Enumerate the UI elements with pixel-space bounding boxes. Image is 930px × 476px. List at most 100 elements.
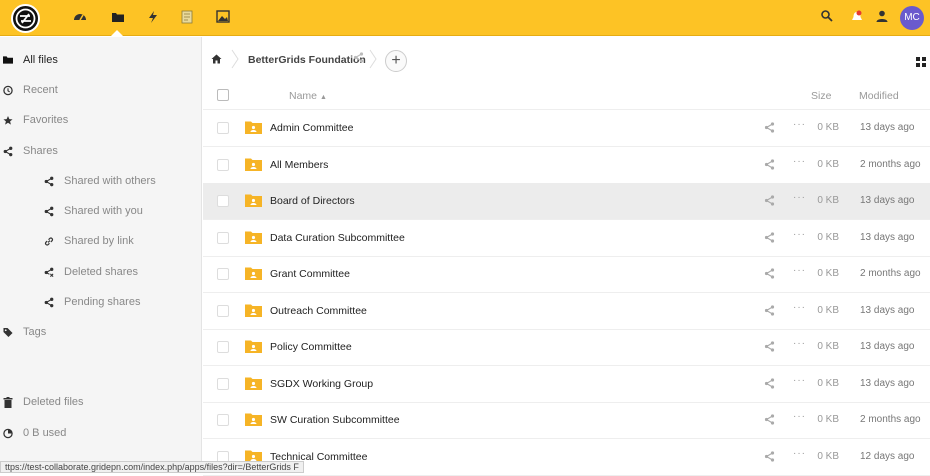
sidebar-item-favorites[interactable]: Favorites <box>0 105 202 135</box>
row-checkbox[interactable] <box>217 158 229 171</box>
share-icon[interactable] <box>764 195 775 209</box>
file-modified: 13 days ago <box>860 122 915 133</box>
table-row[interactable]: SGDX Working Group ··· 0 KB 13 days ago <box>203 366 930 403</box>
file-modified: 13 days ago <box>860 231 915 243</box>
sidebar-item-pending-shares[interactable]: Pending shares <box>0 287 202 317</box>
file-name[interactable]: Policy Committee <box>270 341 352 353</box>
shared-folder-icon <box>245 339 262 353</box>
avatar[interactable]: MC <box>900 6 924 30</box>
row-checkbox[interactable] <box>217 195 229 207</box>
new-file-button[interactable]: + <box>385 50 407 72</box>
shared-folder-icon <box>245 303 262 317</box>
search-icon[interactable] <box>820 9 834 26</box>
file-size: 0 KB <box>817 231 839 243</box>
app-navigation: All files Recent Favorites Shares Shared… <box>0 37 202 473</box>
file-modified: 2 months ago <box>860 268 921 279</box>
sidebar-item-all-files[interactable]: All files <box>0 45 202 75</box>
table-row[interactable]: SW Curation Subcommittee ··· 0 KB 2 months … <box>203 402 930 439</box>
row-checkbox[interactable] <box>217 268 229 280</box>
dashboard-icon[interactable] <box>73 10 89 26</box>
sidebar-item-shared-with-others[interactable]: Shared with others <box>0 166 202 196</box>
share-icon[interactable] <box>764 414 775 428</box>
file-name[interactable]: SGDX Working Group <box>270 378 373 390</box>
shared-folder-icon <box>245 230 262 244</box>
select-all-checkbox[interactable] <box>217 89 229 101</box>
shared-folder-icon <box>245 412 262 426</box>
sidebar-item-recent[interactable]: Recent <box>0 75 202 105</box>
share-icon[interactable] <box>353 52 364 66</box>
share-icon[interactable] <box>764 450 775 465</box>
notes-icon[interactable] <box>181 10 197 26</box>
file-name[interactable]: Grant Committee <box>270 268 350 280</box>
file-name[interactable]: SW Curation Subcommittee <box>270 414 400 426</box>
table-header: Name ▲ Size Modified <box>203 80 930 110</box>
row-checkbox[interactable] <box>217 414 229 426</box>
share-icon[interactable] <box>764 268 775 282</box>
file-name[interactable]: All Members <box>270 159 328 171</box>
breadcrumb: BetterGrids Foundation + <box>203 37 930 82</box>
logo-icon[interactable] <box>11 4 40 33</box>
grid-view-icon[interactable] <box>916 57 926 70</box>
file-modified: 2 months ago <box>860 414 921 425</box>
file-modified: 12 days ago <box>860 450 915 462</box>
quota-pie-icon <box>3 428 13 438</box>
column-modified-header[interactable]: Modified <box>859 90 899 102</box>
share-icon[interactable] <box>764 377 775 392</box>
home-icon[interactable] <box>211 54 222 67</box>
share-icon[interactable] <box>764 341 775 355</box>
breadcrumb-current[interactable]: BetterGrids Foundation <box>248 54 366 66</box>
share-icon[interactable] <box>764 122 775 136</box>
sidebar-item-label: Shared with others <box>64 175 156 187</box>
table-row[interactable]: Technical Committee ··· 0 KB 12 days ago <box>203 439 930 476</box>
row-checkbox[interactable] <box>217 122 229 134</box>
file-modified: 13 days ago <box>860 377 915 389</box>
file-name[interactable]: Board of Directors <box>270 195 355 207</box>
file-size: 0 KB <box>817 341 839 352</box>
row-checkbox[interactable] <box>217 341 229 353</box>
sidebar-item-label: Deleted files <box>23 396 84 408</box>
sidebar-item-shared-with-you[interactable]: Shared with you <box>0 196 202 226</box>
sidebar-item-deleted-files[interactable]: Deleted files <box>0 387 202 417</box>
sidebar-item-tags[interactable]: Tags <box>0 317 202 347</box>
breadcrumb-separator <box>231 49 239 69</box>
table-row[interactable]: Grant Committee ··· 0 KB 2 months ago <box>203 256 930 293</box>
table-row[interactable]: Admin Committee ··· 0 KB 13 days ago <box>203 110 930 147</box>
tag-icon <box>3 327 13 337</box>
deleted-share-icon <box>44 267 54 277</box>
file-size: 0 KB <box>817 158 839 170</box>
row-checkbox[interactable] <box>217 304 229 317</box>
share-icon <box>3 146 13 156</box>
table-row[interactable]: All Members ··· 0 KB 2 months ago <box>203 147 930 184</box>
column-size-header[interactable]: Size <box>811 90 831 102</box>
file-size: 0 KB <box>817 304 839 316</box>
row-checkbox[interactable] <box>217 231 229 244</box>
file-modified: 2 months ago <box>860 158 921 170</box>
file-name[interactable]: Data Curation Subcommittee <box>270 232 405 244</box>
share-icon[interactable] <box>764 158 775 173</box>
sidebar-item-shares[interactable]: Shares <box>0 136 202 166</box>
contacts-icon[interactable] <box>875 9 889 26</box>
file-size: 0 KB <box>817 195 839 206</box>
table-row[interactable]: Board of Directors ··· 0 KB 13 days ago <box>203 183 930 220</box>
table-row[interactable]: Policy Committee ··· 0 KB 13 days ago <box>203 329 930 366</box>
sidebar-item-label: Tags <box>23 326 47 338</box>
shared-folder-icon <box>245 193 262 207</box>
sidebar-item-shared-by-link[interactable]: Shared by link <box>0 226 202 256</box>
file-name[interactable]: Outreach Committee <box>270 305 367 317</box>
row-checkbox[interactable] <box>217 377 229 390</box>
share-icon[interactable] <box>764 231 775 246</box>
column-name-header[interactable]: Name ▲ <box>289 90 327 102</box>
file-size: 0 KB <box>817 122 839 133</box>
files-icon[interactable] <box>111 10 127 26</box>
table-row[interactable]: Outreach Committee ··· 0 KB 13 days ago <box>203 293 930 330</box>
sidebar-item-deleted-shares[interactable]: Deleted shares <box>0 257 202 287</box>
file-size: 0 KB <box>817 414 839 425</box>
column-name-label: Name <box>289 90 318 102</box>
notifications-icon[interactable] <box>850 9 864 28</box>
activity-icon[interactable] <box>147 10 163 26</box>
file-name[interactable]: Admin Committee <box>270 122 353 134</box>
table-row[interactable]: Data Curation Subcommittee ··· 0 KB 13 days… <box>203 220 930 257</box>
share-icon[interactable] <box>764 304 775 319</box>
photos-icon[interactable] <box>216 10 232 26</box>
top-header: MC <box>0 0 930 36</box>
